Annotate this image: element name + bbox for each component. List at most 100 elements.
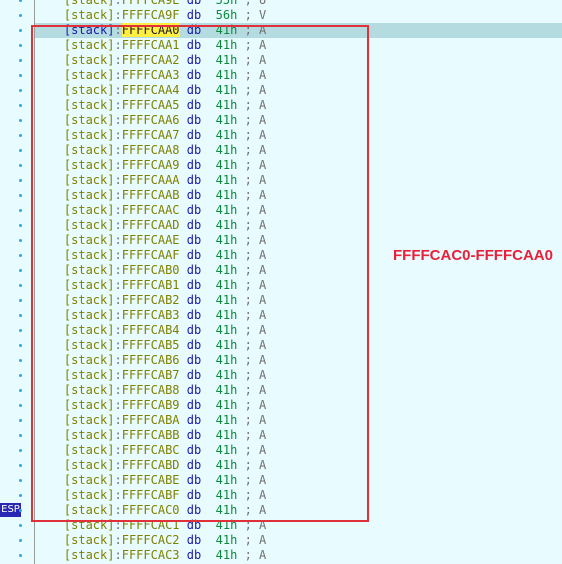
char-comment: ; A bbox=[244, 83, 267, 97]
char-comment: ; A bbox=[244, 518, 267, 532]
listing-line[interactable]: [stack]:FFFFCAB5 db 41h ; A bbox=[35, 338, 562, 353]
char-comment: ; A bbox=[244, 113, 267, 127]
listing-line[interactable]: [stack]:FFFFCAA2 db 41h ; A bbox=[35, 53, 562, 68]
char-comment: ; A bbox=[244, 458, 267, 472]
listing-line[interactable]: [stack]:FFFFCAB1 db 41h ; A bbox=[35, 278, 562, 293]
line-gutter: ESP bbox=[0, 0, 35, 564]
directive: db bbox=[186, 68, 202, 82]
byte-value: 41h bbox=[215, 188, 238, 202]
listing-line[interactable]: [stack]:FFFFCAB3 db 41h ; A bbox=[35, 308, 562, 323]
segment-name: [stack] bbox=[63, 278, 115, 292]
listing-line[interactable]: [stack]:FFFFCABE db 41h ; A bbox=[35, 473, 562, 488]
byte-value: 41h bbox=[215, 353, 238, 367]
address: FFFFCA9F bbox=[121, 8, 180, 22]
disassembly-view[interactable]: [stack]:FFFFCA9E db 55h ; U [stack]:FFFF… bbox=[35, 0, 562, 564]
segment-name: [stack] bbox=[63, 143, 115, 157]
directive: db bbox=[186, 533, 202, 547]
listing-line[interactable]: [stack]:FFFFCAA7 db 41h ; A bbox=[35, 128, 562, 143]
char-comment: ; A bbox=[244, 473, 267, 487]
address: FFFFCABE bbox=[121, 473, 180, 487]
byte-value: 41h bbox=[215, 413, 238, 427]
listing-line[interactable]: [stack]:FFFFCABD db 41h ; A bbox=[35, 458, 562, 473]
byte-value: 41h bbox=[215, 83, 238, 97]
segment-name: [stack] bbox=[63, 383, 115, 397]
gutter-dot bbox=[19, 314, 22, 317]
segment-name: [stack] bbox=[63, 98, 115, 112]
listing-line[interactable]: [stack]:FFFFCA9E db 55h ; U bbox=[35, 0, 562, 8]
gutter-dot bbox=[19, 269, 22, 272]
directive: db bbox=[186, 38, 202, 52]
char-comment: ; A bbox=[244, 533, 267, 547]
byte-value: 41h bbox=[215, 488, 238, 502]
byte-value: 41h bbox=[215, 23, 238, 37]
directive: db bbox=[186, 323, 202, 337]
byte-value: 41h bbox=[215, 218, 238, 232]
range-annotation: FFFFCAC0-FFFFCAA0 bbox=[393, 247, 553, 264]
char-comment: ; A bbox=[244, 233, 267, 247]
listing-line[interactable]: [stack]:FFFFCAB9 db 41h ; A bbox=[35, 398, 562, 413]
segment-name: [stack] bbox=[63, 353, 115, 367]
listing-line[interactable]: [stack]:FFFFCABA db 41h ; A bbox=[35, 413, 562, 428]
listing-line[interactable]: [stack]:FFFFCAC2 db 41h ; A bbox=[35, 533, 562, 548]
listing-line[interactable]: [stack]:FFFFCAAB db 41h ; A bbox=[35, 188, 562, 203]
directive: db bbox=[186, 398, 202, 412]
esp-marker[interactable]: ESP bbox=[0, 503, 21, 517]
listing-line[interactable]: [stack]:FFFFCAC1 db 41h ; A bbox=[35, 518, 562, 533]
listing-line[interactable]: [stack]:FFFFCABC db 41h ; A bbox=[35, 443, 562, 458]
listing-line[interactable]: [stack]:FFFFCAB7 db 41h ; A bbox=[35, 368, 562, 383]
listing-line[interactable]: [stack]:FFFFCAC3 db 41h ; A bbox=[35, 548, 562, 563]
address: FFFFCAB6 bbox=[121, 353, 180, 367]
char-comment: ; A bbox=[244, 338, 267, 352]
directive: db bbox=[186, 53, 202, 67]
segment-name: [stack] bbox=[63, 188, 115, 202]
segment-name: [stack] bbox=[63, 38, 115, 52]
directive: db bbox=[186, 308, 202, 322]
gutter-dot bbox=[19, 104, 22, 107]
directive: db bbox=[186, 113, 202, 127]
gutter-dot bbox=[19, 284, 22, 287]
listing-line[interactable]: [stack]:FFFFCAC0 db 41h ; A bbox=[35, 503, 562, 518]
listing-line[interactable]: [stack]:FFFFCAAE db 41h ; A bbox=[35, 233, 562, 248]
segment-name: [stack] bbox=[63, 413, 115, 427]
address: FFFFCAA7 bbox=[121, 128, 180, 142]
gutter-dot bbox=[19, 254, 22, 257]
listing-line[interactable]: [stack]:FFFFCAA3 db 41h ; A bbox=[35, 68, 562, 83]
address: FFFFCAB8 bbox=[121, 383, 180, 397]
char-comment: ; A bbox=[244, 38, 267, 52]
directive: db bbox=[186, 368, 202, 382]
address: FFFFCAA9 bbox=[121, 158, 180, 172]
segment-name: [stack] bbox=[63, 518, 115, 532]
segment-name: [stack] bbox=[63, 113, 115, 127]
directive: db bbox=[186, 443, 202, 457]
listing-line[interactable]: [stack]:FFFFCAA0 db 41h ; A bbox=[35, 23, 562, 38]
listing-line[interactable]: [stack]:FFFFCAA8 db 41h ; A bbox=[35, 143, 562, 158]
listing-line[interactable]: [stack]:FFFFCAA9 db 41h ; A bbox=[35, 158, 562, 173]
listing-line[interactable]: [stack]:FFFFCAB0 db 41h ; A bbox=[35, 263, 562, 278]
listing-line[interactable]: [stack]:FFFFCA9F db 56h ; V bbox=[35, 8, 562, 23]
address: FFFFCAB7 bbox=[121, 368, 180, 382]
listing-line[interactable]: [stack]:FFFFCAA4 db 41h ; A bbox=[35, 83, 562, 98]
segment-name: [stack] bbox=[63, 158, 115, 172]
listing-line[interactable]: [stack]:FFFFCABF db 41h ; A bbox=[35, 488, 562, 503]
listing-line[interactable]: [stack]:FFFFCAB4 db 41h ; A bbox=[35, 323, 562, 338]
byte-value: 41h bbox=[215, 398, 238, 412]
listing-line[interactable]: [stack]:FFFFCAAD db 41h ; A bbox=[35, 218, 562, 233]
listing-line[interactable]: [stack]:FFFFCAB2 db 41h ; A bbox=[35, 293, 562, 308]
listing-line[interactable]: [stack]:FFFFCAA6 db 41h ; A bbox=[35, 113, 562, 128]
listing-line[interactable]: [stack]:FFFFCAAC db 41h ; A bbox=[35, 203, 562, 218]
listing-line[interactable]: [stack]:FFFFCAB8 db 41h ; A bbox=[35, 383, 562, 398]
listing-line[interactable]: [stack]:FFFFCAA5 db 41h ; A bbox=[35, 98, 562, 113]
segment-name: [stack] bbox=[63, 128, 115, 142]
byte-value: 41h bbox=[215, 113, 238, 127]
address: FFFFCAC1 bbox=[121, 518, 180, 532]
listing-line[interactable]: [stack]:FFFFCAA1 db 41h ; A bbox=[35, 38, 562, 53]
gutter-dot bbox=[19, 14, 22, 17]
segment-name: [stack] bbox=[63, 308, 115, 322]
byte-value: 41h bbox=[215, 143, 238, 157]
listing-line[interactable]: [stack]:FFFFCABB db 41h ; A bbox=[35, 428, 562, 443]
address: FFFFCAAE bbox=[121, 233, 180, 247]
segment-name: [stack] bbox=[63, 203, 115, 217]
listing-line[interactable]: [stack]:FFFFCAB6 db 41h ; A bbox=[35, 353, 562, 368]
listing-line[interactable]: [stack]:FFFFCAAA db 41h ; A bbox=[35, 173, 562, 188]
char-comment: ; A bbox=[244, 68, 267, 82]
